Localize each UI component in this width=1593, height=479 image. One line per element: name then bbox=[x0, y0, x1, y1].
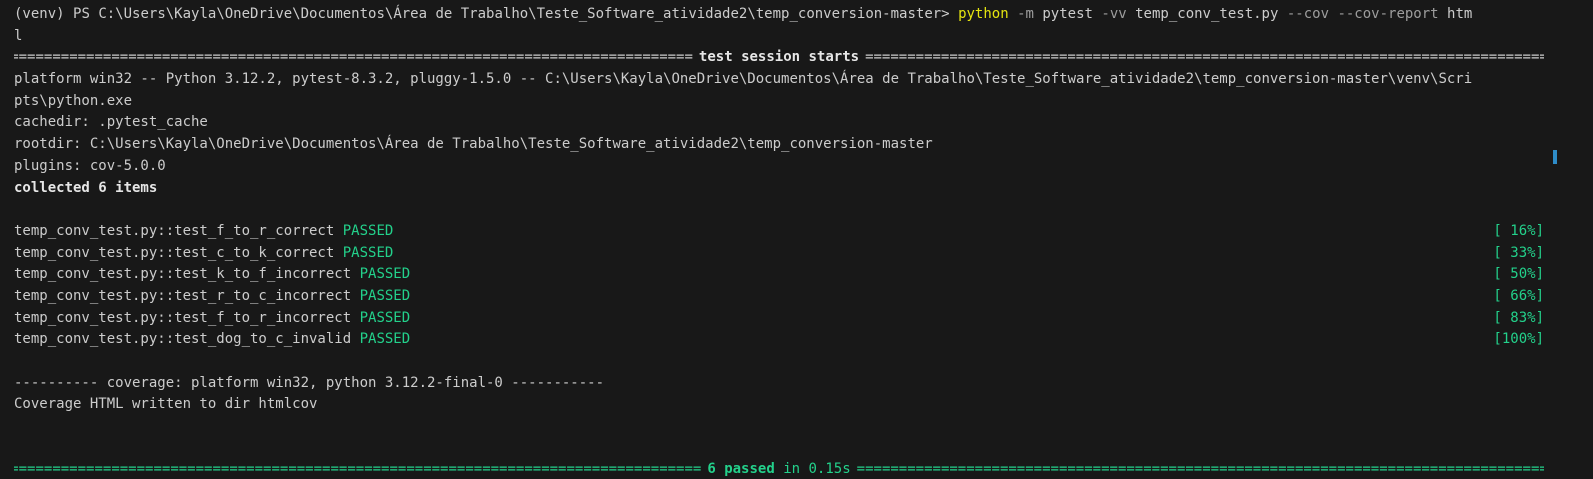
test-status: PASSED bbox=[359, 287, 411, 304]
test-name: temp_conv_test.py::test_dog_to_c_invalid bbox=[14, 331, 352, 348]
command-file: temp_conv_test.py bbox=[1135, 6, 1279, 22]
platform-info-line-wrap: pts\python.exe bbox=[14, 92, 133, 109]
test-progress: [ 66%] bbox=[1493, 287, 1544, 304]
ps-label: PS bbox=[73, 6, 90, 22]
cachedir-line: cachedir: .pytest_cache bbox=[14, 114, 208, 131]
test-status: PASSED bbox=[359, 309, 411, 326]
prompt-path: C:\Users\Kayla\OneDrive\Documentos\Área … bbox=[98, 6, 950, 22]
session-start-title: test session starts bbox=[698, 49, 860, 66]
command-module: pytest bbox=[1042, 6, 1093, 22]
test-progress: [ 33%] bbox=[1493, 244, 1544, 261]
separator-fill-left: ========================================… bbox=[14, 49, 693, 66]
command-report-arg-wrap: l bbox=[14, 27, 23, 44]
test-status: PASSED bbox=[359, 331, 411, 348]
test-name: temp_conv_test.py::test_c_to_k_correct bbox=[14, 244, 335, 261]
coverage-written-line: Coverage HTML written to dir htmlcov bbox=[14, 396, 318, 413]
plugins-line: plugins: cov-5.0.0 bbox=[14, 157, 166, 174]
terminal-output: (venv) PS C:\Users\Kayla\OneDrive\Docume… bbox=[14, 4, 1544, 479]
summary-separator: ========================================… bbox=[14, 459, 1544, 479]
test-progress: [100%] bbox=[1493, 331, 1544, 348]
test-result-row: temp_conv_test.py::test_k_to_f_incorrect… bbox=[14, 264, 1544, 286]
scrollbar-marker[interactable] bbox=[1553, 150, 1557, 164]
separator-fill-right: ========================================… bbox=[856, 461, 1544, 478]
test-result-row: temp_conv_test.py::test_f_to_r_incorrect… bbox=[14, 308, 1544, 330]
command-flag-vv: -vv bbox=[1101, 6, 1127, 22]
command-flag-cov-report: --cov-report bbox=[1337, 6, 1439, 22]
test-status: PASSED bbox=[359, 266, 411, 283]
separator-fill-left: ========================================… bbox=[14, 461, 702, 478]
command-name: python bbox=[958, 6, 1009, 22]
separator-fill-right: ========================================… bbox=[865, 49, 1544, 66]
test-status: PASSED bbox=[342, 244, 394, 261]
test-result-row: temp_conv_test.py::test_c_to_k_correct P… bbox=[14, 243, 1544, 265]
test-progress: [ 16%] bbox=[1493, 222, 1544, 239]
command-flag-cov: --cov bbox=[1286, 6, 1330, 22]
coverage-header: ---------- coverage: platform win32, pyt… bbox=[14, 374, 605, 391]
prompt-line: (venv) PS C:\Users\Kayla\OneDrive\Docume… bbox=[14, 4, 1544, 26]
test-name: temp_conv_test.py::test_f_to_r_incorrect bbox=[14, 309, 352, 326]
command-report-arg: htm bbox=[1447, 6, 1473, 22]
collected-line: collected 6 items bbox=[14, 179, 158, 196]
prompt-line-wrap: l bbox=[14, 26, 1544, 48]
venv-indicator: (venv) bbox=[14, 6, 65, 22]
test-name: temp_conv_test.py::test_r_to_c_incorrect bbox=[14, 287, 352, 304]
test-name: temp_conv_test.py::test_f_to_r_correct bbox=[14, 222, 335, 239]
command-flag-m: -m bbox=[1017, 6, 1034, 22]
summary-duration: in 0.15s bbox=[783, 461, 851, 478]
terminal-panel[interactable]: (venv) PS C:\Users\Kayla\OneDrive\Docume… bbox=[0, 0, 1593, 479]
test-progress: [ 50%] bbox=[1493, 266, 1544, 283]
summary-passed-count: 6 passed bbox=[707, 461, 775, 478]
test-name: temp_conv_test.py::test_k_to_f_incorrect bbox=[14, 266, 352, 283]
test-result-row: temp_conv_test.py::test_dog_to_c_invalid… bbox=[14, 329, 1544, 351]
session-start-separator: ========================================… bbox=[14, 47, 1544, 69]
platform-info-line: platform win32 -- Python 3.12.2, pytest-… bbox=[14, 71, 1473, 88]
rootdir-line: rootdir: C:\Users\Kayla\OneDrive\Documen… bbox=[14, 136, 933, 153]
test-result-row: temp_conv_test.py::test_r_to_c_incorrect… bbox=[14, 286, 1544, 308]
test-result-row: temp_conv_test.py::test_f_to_r_correct P… bbox=[14, 221, 1544, 243]
test-status: PASSED bbox=[342, 222, 394, 239]
test-progress: [ 83%] bbox=[1493, 309, 1544, 326]
